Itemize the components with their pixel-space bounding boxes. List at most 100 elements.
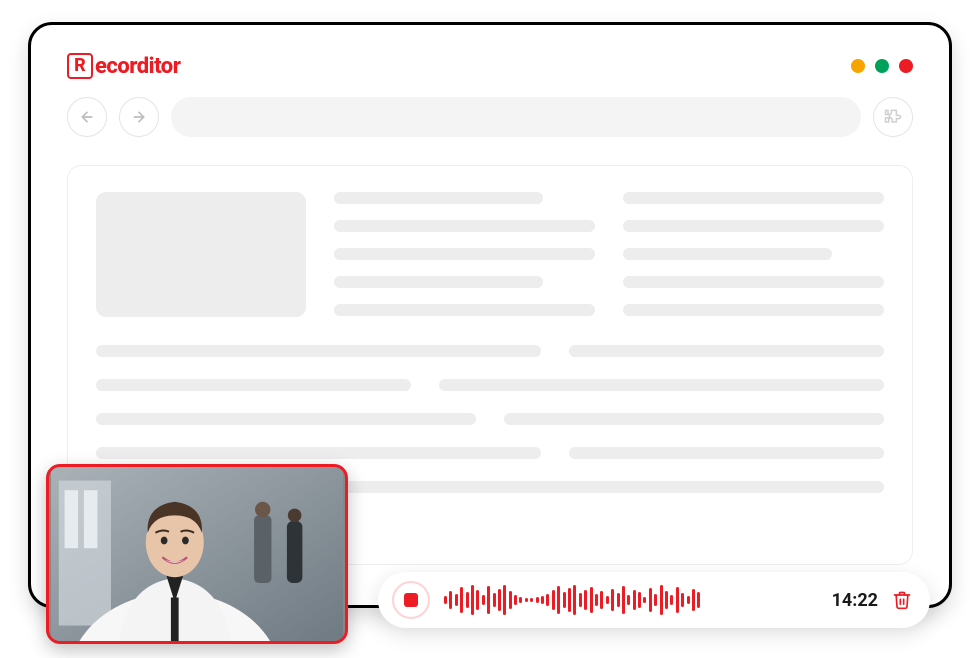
forward-button[interactable] [119,97,159,137]
wave-bar [536,597,539,603]
wave-bar [460,587,463,613]
skeleton-row [96,447,884,459]
wave-bar [590,587,593,613]
wave-bar [493,593,496,607]
wave-bar [649,588,652,612]
minimize-button[interactable] [851,59,865,73]
arrow-left-icon [79,109,95,125]
wave-bar [509,591,512,609]
wave-bar [557,586,560,614]
wave-bar [471,585,474,615]
skeleton-line [334,304,595,316]
recording-bar: 14:22 [378,572,930,628]
content-columns [334,192,884,317]
skeleton-line [623,304,884,316]
wave-bar [627,595,630,605]
wave-bar [455,594,458,606]
wave-bar [530,598,533,602]
content-column-left [334,192,595,317]
skeleton-line [569,345,884,357]
wave-bar [568,588,571,612]
skeleton-line [439,379,884,391]
wave-bar [665,591,668,609]
wave-bar [633,590,636,610]
wave-bar [584,590,587,610]
wave-bar [552,590,555,610]
recording-duration: 14:22 [832,590,878,611]
skeleton-line [334,276,543,288]
skeleton-line [504,413,884,425]
wave-bar [600,591,603,609]
trash-icon [892,589,912,611]
content-thumbnail [96,192,306,317]
title-bar: R ecorditor [67,53,913,79]
wave-bar [692,589,695,611]
wave-bar [444,596,447,604]
wave-bar [622,586,625,614]
skeleton-line [334,192,543,204]
webcam-overlay[interactable] [46,464,348,644]
wave-bar [643,597,646,603]
wave-bar [519,597,522,603]
wave-bar [466,592,469,608]
wave-bar [498,589,501,611]
skeleton-line [96,345,541,357]
wave-bar [476,590,479,610]
address-bar[interactable] [171,97,861,137]
wave-bar [546,594,549,606]
wave-bar [697,592,700,608]
maximize-button[interactable] [875,59,889,73]
wave-bar [611,589,614,611]
wave-bar [514,595,517,605]
wave-bar [503,585,506,615]
logo-text: ecorditor [95,54,180,79]
stop-button[interactable] [392,581,430,619]
skeleton-line [334,248,595,260]
puzzle-icon [883,107,903,127]
wave-bar [573,585,576,615]
wave-bar [487,586,490,614]
skeleton-line [623,220,884,232]
wave-bar [687,596,690,604]
skeleton-line [96,379,411,391]
skeleton-row [96,413,884,425]
content-column-right [623,192,884,317]
webcam-feed [49,467,345,641]
wave-bar [595,594,598,606]
wave-bar [681,593,684,607]
skeleton-line [623,248,832,260]
wave-bar [654,594,657,606]
content-header [96,192,884,317]
wave-bar [617,593,620,607]
browser-toolbar [67,97,913,137]
app-logo: R ecorditor [67,53,180,79]
wave-bar [660,585,663,615]
skeleton-line [334,220,595,232]
skeleton-line [569,447,884,459]
skeleton-line [96,413,476,425]
arrow-right-icon [131,109,147,125]
wave-bar [676,587,679,613]
wave-bar [606,596,609,604]
wave-bar [541,596,544,604]
audio-waveform [444,583,818,617]
back-button[interactable] [67,97,107,137]
delete-button[interactable] [892,589,912,611]
skeleton-line [96,447,541,459]
wave-bar [579,593,582,607]
wave-bar [563,592,566,608]
window-controls [851,59,913,73]
wave-bar [482,595,485,605]
wave-bar [525,598,528,602]
skeleton-row [96,379,884,391]
wave-bar [449,591,452,609]
skeleton-line [623,276,884,288]
wave-bar [638,592,641,608]
logo-mark: R [67,53,93,79]
wave-bar [670,595,673,605]
stop-icon [404,593,418,607]
skeleton-line [623,192,884,204]
skeleton-row [96,345,884,357]
close-button[interactable] [899,59,913,73]
extensions-button[interactable] [873,97,913,137]
